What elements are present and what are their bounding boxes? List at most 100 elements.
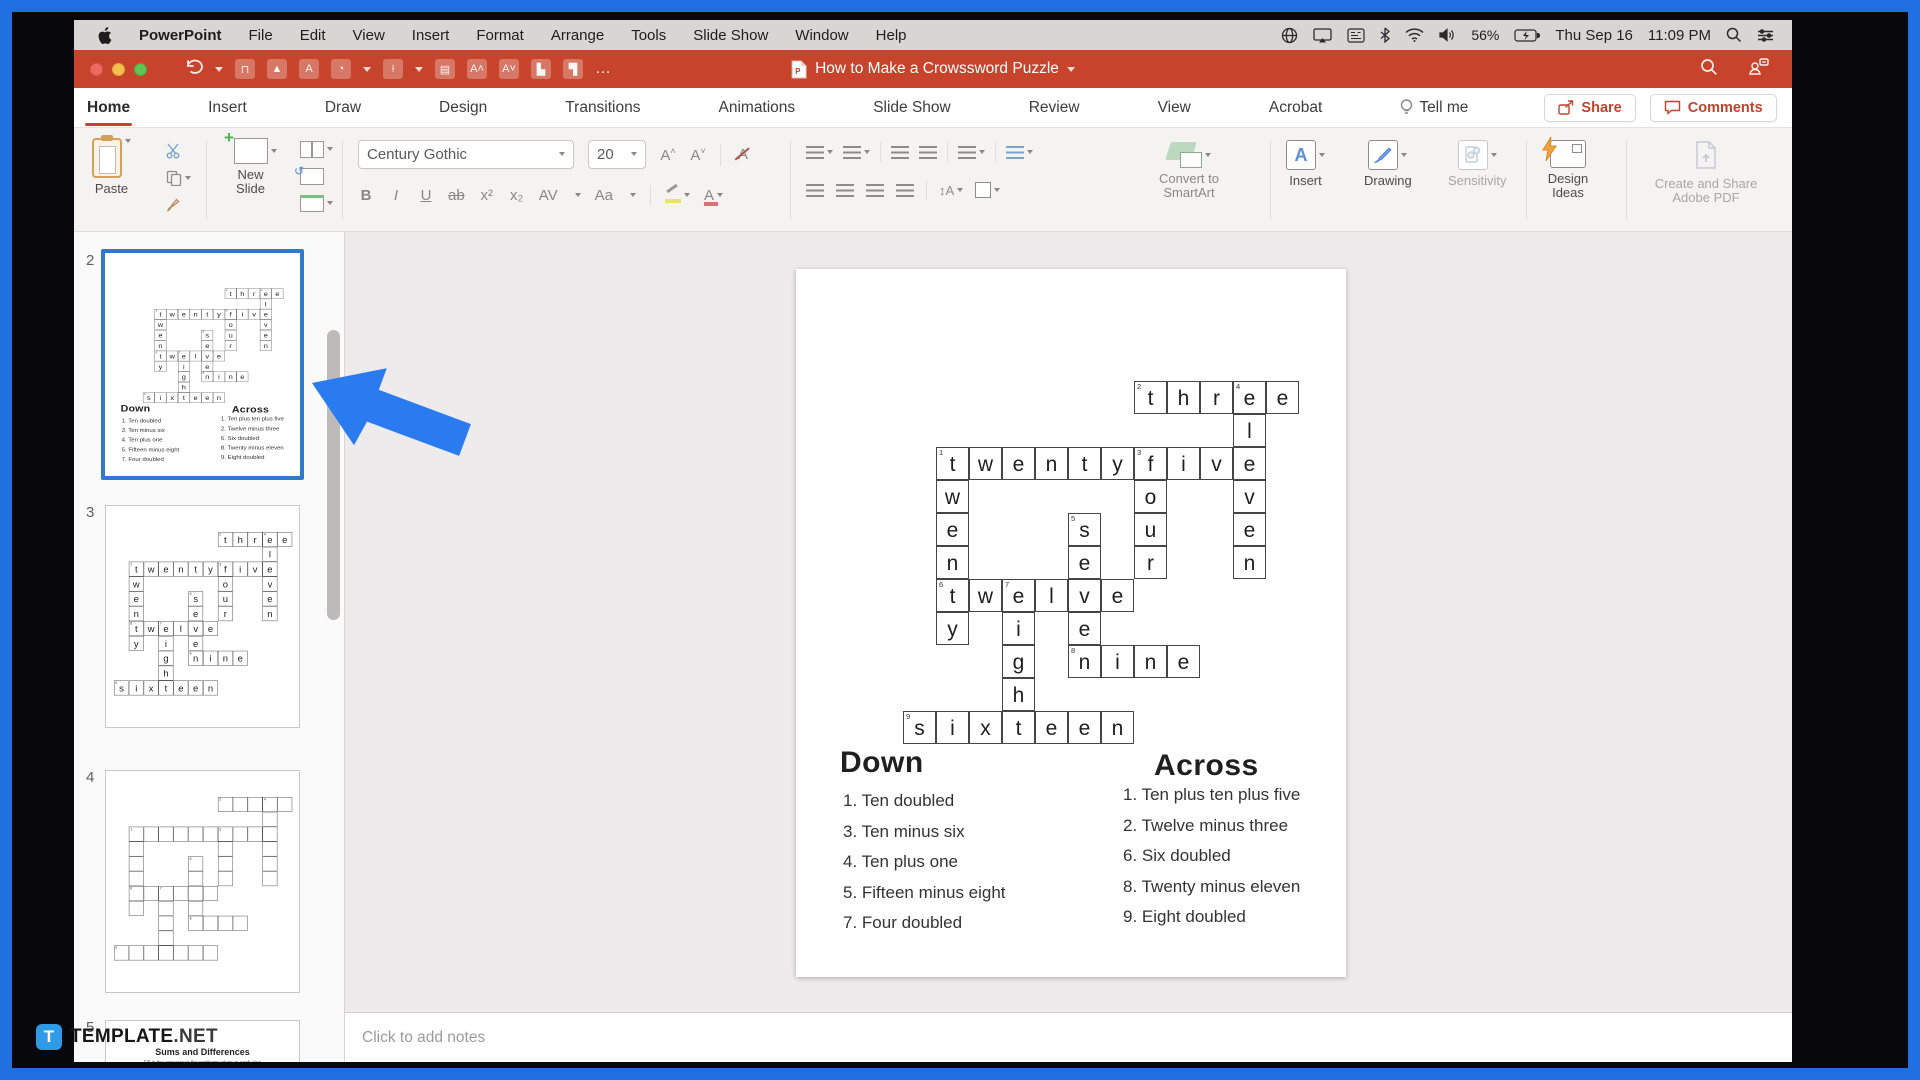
italic-button[interactable]: I — [388, 187, 404, 204]
undo-icon[interactable] — [184, 58, 203, 80]
format-painter-button[interactable] — [166, 196, 182, 214]
tab-design[interactable]: Design — [437, 91, 489, 125]
font-size-select[interactable]: 20 — [588, 140, 646, 169]
menu-item-format[interactable]: Format — [476, 27, 524, 44]
underline-button[interactable]: U — [418, 187, 434, 204]
change-case-button[interactable]: Aa — [595, 187, 613, 204]
character-spacing-button[interactable]: AV — [539, 187, 558, 204]
shrink-font-button[interactable]: A˅ — [690, 146, 706, 164]
format-painter-icon[interactable]: ⟊ — [383, 59, 403, 79]
tab-animations[interactable]: Animations — [717, 91, 798, 125]
copy-format-icon[interactable]: ▙ — [531, 59, 551, 79]
tab-acrobat[interactable]: Acrobat — [1267, 91, 1324, 125]
sensitivity-button[interactable]: Sensitivity — [1448, 140, 1507, 188]
painter-menu-chevron[interactable] — [415, 66, 423, 76]
presenter-coaching-icon[interactable] — [1748, 57, 1770, 81]
paste-format-icon[interactable]: ▜ — [563, 59, 583, 79]
tab-review[interactable]: Review — [1027, 91, 1082, 125]
menu-item-slide-show[interactable]: Slide Show — [693, 27, 768, 44]
comments-button[interactable]: Comments — [1649, 93, 1777, 122]
slide-editor-canvas[interactable]: 2thr4eel1twenty3fivewove5suenern6tw7elve… — [345, 232, 1792, 1012]
adobe-pdf-button[interactable]: Create and Share Adobe PDF — [1646, 140, 1766, 205]
insert-textbox-button[interactable]: A Insert — [1286, 140, 1325, 188]
font-color-button[interactable]: A — [703, 186, 723, 206]
menu-item-edit[interactable]: Edit — [300, 27, 326, 44]
justify-button[interactable] — [896, 181, 914, 199]
layout-button[interactable] — [300, 140, 333, 158]
more-commands-icon[interactable]: … — [595, 60, 611, 78]
paste-button[interactable]: Paste — [92, 135, 131, 196]
document-title-area[interactable]: P How to Make a Crowssword Puzzle — [791, 50, 1075, 88]
cut-button[interactable] — [166, 142, 182, 160]
menu-item-window[interactable]: Window — [795, 27, 848, 44]
line-spacing-button[interactable] — [1006, 143, 1033, 161]
main-slide[interactable]: 2thr4eel1twenty3fivewove5suenern6tw7elve… — [796, 269, 1346, 977]
superscript-button[interactable]: x² — [479, 187, 495, 204]
design-ideas-button[interactable]: Design Ideas — [1540, 136, 1596, 200]
font-grow-icon[interactable]: A˄ — [467, 59, 487, 79]
menu-item-insert[interactable]: Insert — [412, 27, 450, 44]
align-center-button[interactable] — [836, 181, 854, 199]
reset-layout-button[interactable]: ↺ — [294, 164, 324, 185]
bold-button[interactable]: B — [358, 187, 374, 204]
volume-icon[interactable] — [1439, 28, 1456, 42]
slide-layout-icon[interactable]: ▤ — [435, 59, 455, 79]
slide-thumbnail-2[interactable]: 2thr4eel1twenty3fivewove5suenern6tw7elve… — [101, 249, 304, 480]
globe-icon[interactable] — [1281, 27, 1298, 44]
drawing-button[interactable]: Drawing — [1364, 140, 1412, 188]
text-highlight-button[interactable] — [664, 186, 690, 204]
menu-item-powerpoint[interactable]: PowerPoint — [139, 27, 222, 44]
align-left-button[interactable] — [806, 181, 824, 199]
shape-menu-chevron[interactable] — [363, 66, 371, 76]
copy-button[interactable] — [166, 169, 191, 187]
text-direction-button[interactable]: ↕A — [939, 181, 964, 199]
new-slide-button[interactable]: + New Slide — [224, 128, 277, 196]
picture-icon[interactable]: ▲ — [267, 59, 287, 79]
section-button[interactable] — [300, 194, 333, 212]
slide-thumbnail-3[interactable]: 2thr4eel1twenty3fivewove5suenern6tw7elve… — [105, 505, 300, 728]
align-right-button[interactable] — [866, 181, 884, 199]
spotlight-search-icon[interactable] — [1726, 27, 1742, 43]
clear-formatting-button[interactable]: A — [735, 146, 751, 163]
apple-logo-icon[interactable] — [98, 26, 113, 44]
subscript-button[interactable]: x₂ — [509, 187, 525, 204]
grow-font-button[interactable]: A˄ — [660, 146, 676, 164]
zoom-window-button[interactable] — [134, 62, 147, 76]
menu-time[interactable]: 11:09 PM — [1648, 27, 1711, 44]
tab-slide-show[interactable]: Slide Show — [871, 91, 953, 125]
decrease-indent-button[interactable] — [891, 143, 909, 161]
tab-draw[interactable]: Draw — [323, 91, 363, 125]
minimize-window-button[interactable] — [112, 62, 125, 76]
menu-item-file[interactable]: File — [249, 27, 273, 44]
tab-view[interactable]: View — [1156, 91, 1193, 125]
table-icon[interactable]: ⊓ — [235, 59, 255, 79]
textbox-icon[interactable]: A — [299, 59, 319, 79]
align-text-button[interactable] — [975, 181, 1001, 199]
tab-insert[interactable]: Insert — [206, 91, 249, 125]
strikethrough-button[interactable]: ab — [448, 187, 465, 204]
multilevel-list-button[interactable] — [958, 143, 985, 161]
undo-menu-chevron[interactable] — [215, 66, 223, 76]
bluetooth-icon[interactable] — [1380, 27, 1391, 43]
control-center-icon[interactable] — [1757, 28, 1774, 42]
menu-date[interactable]: Thu Sep 16 — [1555, 27, 1633, 44]
input-source-icon[interactable] — [1347, 27, 1365, 43]
shape-icon[interactable]: ◔ — [331, 59, 351, 79]
increase-indent-button[interactable] — [919, 143, 937, 161]
numbering-button[interactable] — [843, 143, 870, 161]
slide-thumbnail-4[interactable]: 2thr4eel1twenty3fivewove5suenern6tw7elve… — [105, 770, 300, 993]
menu-item-view[interactable]: View — [353, 27, 385, 44]
font-name-select[interactable]: Century Gothic — [358, 140, 574, 169]
tab-tell-me[interactable]: Tell me — [1398, 91, 1470, 125]
menu-item-help[interactable]: Help — [876, 27, 907, 44]
convert-smartart-button[interactable]: Convert to SmartArt — [1146, 142, 1232, 200]
screen-mirroring-icon[interactable] — [1313, 27, 1332, 43]
wifi-icon[interactable] — [1405, 28, 1424, 42]
share-button[interactable]: Share — [1544, 93, 1636, 122]
close-window-button[interactable] — [90, 62, 103, 76]
tab-home[interactable]: Home — [85, 91, 133, 126]
menu-item-arrange[interactable]: Arrange — [551, 27, 604, 44]
bullets-button[interactable] — [806, 143, 833, 161]
thumbnail-scrollbar[interactable] — [327, 330, 340, 620]
menu-item-tools[interactable]: Tools — [631, 27, 666, 44]
